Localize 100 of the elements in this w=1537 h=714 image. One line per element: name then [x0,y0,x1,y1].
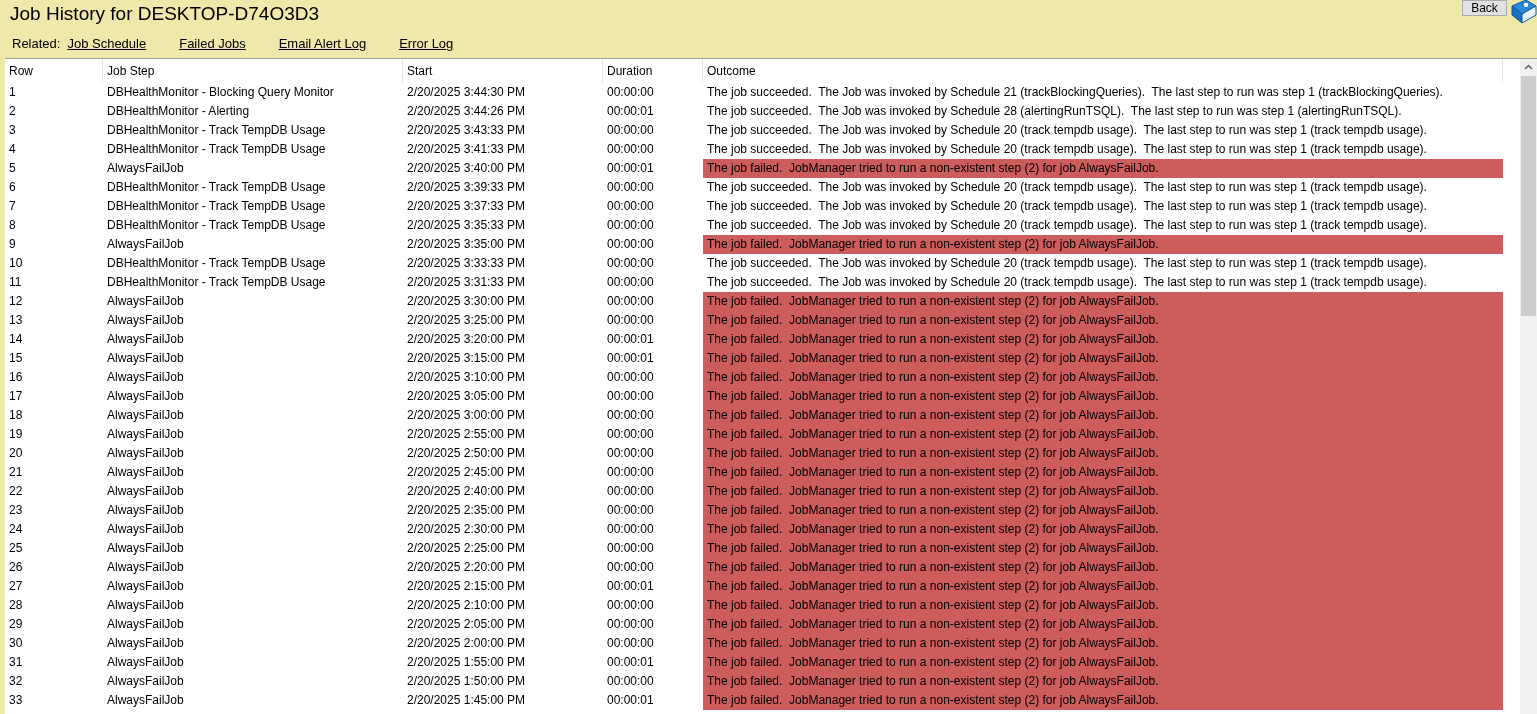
scrollbar-thumb[interactable] [1521,76,1536,316]
job-step-cell-text: DBHealthMonitor - Track TempDB Usage [106,122,327,139]
job-step-cell-text: DBHealthMonitor - Track TempDB Usage [106,217,327,234]
job-step-cell-text: AlwaysFailJob [106,616,185,633]
start-time-cell-text: 2/20/2025 3:00:00 PM [406,407,527,424]
job-step-cell-text: AlwaysFailJob [106,635,185,652]
outcome-cell: The job failed. JobManager tried to run a non-existent step (2) for job AlwaysFailJob. [703,311,1503,330]
job-step-cell-text: AlwaysFailJob [106,160,185,177]
job-step-cell-text: AlwaysFailJob [106,407,185,424]
job-step-cell-text: DBHealthMonitor - Track TempDB Usage [106,179,327,196]
related-link[interactable]: Error Log [399,36,454,51]
row-number-cell-text: 4 [8,141,17,158]
window-title: Job History for DESKTOP-D74O3D3 [10,3,320,25]
row-number-cell-text: 14 [8,331,24,348]
duration-cell-text: 00:00:00 [606,559,655,576]
column-header[interactable]: Row [5,59,103,83]
job-step-cell-text: AlwaysFailJob [106,597,185,614]
column-header[interactable]: Start [403,59,603,83]
duration-cell-text: 00:00:00 [606,464,655,481]
job-step-cell-text: AlwaysFailJob [106,426,185,443]
row-number-cell-text: 19 [8,426,24,443]
related-link[interactable]: Email Alert Log [278,36,367,51]
duration-cell-text: 00:00:00 [606,293,655,310]
row-number-cell-text: 3 [8,122,17,139]
vertical-scrollbar[interactable] [1520,59,1537,714]
row-number-cell-text: 13 [8,312,24,329]
start-time-cell-text: 2/20/2025 3:10:00 PM [406,369,527,386]
job-step-cell-text: AlwaysFailJob [106,559,185,576]
row-number-cell-text: 24 [8,521,24,538]
duration-cell-text: 00:00:00 [606,483,655,500]
column-header[interactable]: Duration [603,59,703,83]
row-number-cell-text: 15 [8,350,24,367]
job-step-cell-text: AlwaysFailJob [106,540,185,557]
outcome-cell: The job failed. JobManager tried to run a non-existent step (2) for job AlwaysFailJob. [703,691,1503,710]
row-number-cell-text: 10 [8,255,24,272]
row-number-cell-text: 17 [8,388,24,405]
job-step-cell-text: DBHealthMonitor - Blocking Query Monitor [106,84,335,101]
start-time-cell-text: 2/20/2025 2:40:00 PM [406,483,527,500]
duration-cell-text: 00:00:00 [606,673,655,690]
job-step-cell-text: DBHealthMonitor - Track TempDB Usage [106,274,327,291]
duration-cell-text: 00:00:00 [606,502,655,519]
start-time-cell-text: 2/20/2025 3:35:33 PM [406,217,527,234]
outcome-cell: The job failed. JobManager tried to run a non-existent step (2) for job AlwaysFailJob. [703,501,1503,520]
duration-cell-text: 00:00:01 [606,103,655,120]
start-time-cell-text: 2/20/2025 3:31:33 PM [406,274,527,291]
row-number-cell-text: 32 [8,673,24,690]
duration-cell-text: 00:00:00 [606,122,655,139]
start-time-cell-text: 2/20/2025 1:50:00 PM [406,673,527,690]
duration-cell-text: 00:00:01 [606,331,655,348]
duration-cell-text: 00:00:00 [606,84,655,101]
outcome-cell: The job failed. JobManager tried to run a non-existent step (2) for job AlwaysFailJob. [703,159,1503,178]
start-time-cell-text: 2/20/2025 3:25:00 PM [406,312,527,329]
outcome-cell: The job failed. JobManager tried to run a non-existent step (2) for job AlwaysFailJob. [703,406,1503,425]
start-time-cell-text: 2/20/2025 3:15:00 PM [406,350,527,367]
start-time-cell-text: 2/20/2025 3:43:33 PM [406,122,527,139]
outcome-cell: The job failed. JobManager tried to run a non-existent step (2) for job AlwaysFailJob. [703,558,1503,577]
row-number-cell-text: 9 [8,236,17,253]
row-number-cell-text: 1 [8,84,17,101]
job-step-cell-text: DBHealthMonitor - Alerting [106,103,251,120]
outcome-cell-text: The job succeeded. The Job was invoked by Schedule 20 (track tempdb usage). The last step to run was step 1 (track tempdb usage). [706,122,1428,139]
start-time-cell-text: 2/20/2025 2:15:00 PM [406,578,527,595]
related-link[interactable]: Failed Jobs [179,36,246,51]
outcome-cell: The job failed. JobManager tried to run a non-existent step (2) for job AlwaysFailJob. [703,596,1503,615]
outcome-cell-text: The job succeeded. The Job was invoked by Schedule 20 (track tempdb usage). The last step to run was step 1 (track tempdb usage). [706,141,1428,158]
outcome-cell: The job failed. JobManager tried to run a non-existent step (2) for job AlwaysFailJob. [703,387,1503,406]
start-time-cell-text: 2/20/2025 1:45:00 PM [406,692,527,709]
start-time-cell-text: 2/20/2025 2:45:00 PM [406,464,527,481]
start-time-cell-text: 2/20/2025 3:37:33 PM [406,198,527,215]
outcome-cell: The job failed. JobManager tried to run a non-existent step (2) for job AlwaysFailJob. [703,634,1503,653]
duration-cell-text: 00:00:00 [606,179,655,196]
related-link[interactable]: Job Schedule [67,36,147,51]
outcome-cell: The job failed. JobManager tried to run a non-existent step (2) for job AlwaysFailJob. [703,444,1503,463]
row-number-cell-text: 2 [8,103,17,120]
start-time-cell-text: 2/20/2025 2:50:00 PM [406,445,527,462]
column-header[interactable]: Outcome [703,59,1503,83]
outcome-cell: The job failed. JobManager tried to run a non-existent step (2) for job AlwaysFailJob. [703,292,1503,311]
duration-cell-text: 00:00:00 [606,616,655,633]
outcome-cell-text: The job succeeded. The Job was invoked by Schedule 28 (alertingRunTSQL). The last step to run was step 1 (alertingRunTSQL). [706,103,1403,120]
back-button[interactable]: Back [1462,0,1507,16]
duration-cell-text: 00:00:00 [606,255,655,272]
outcome-cell-text: The job succeeded. The Job was invoked by Schedule 21 (trackBlockingQueries). The last step to run was step 1 (trackBlockingQueries). [706,84,1444,101]
job-step-cell-text: AlwaysFailJob [106,692,185,709]
duration-cell-text: 00:00:00 [606,312,655,329]
duration-cell-text: 00:00:01 [606,692,655,709]
row-number-cell-text: 11 [8,274,23,291]
duration-cell-text: 00:00:01 [606,160,655,177]
outcome-cell-text: The job succeeded. The Job was invoked by Schedule 20 (track tempdb usage). The last step to run was step 1 (track tempdb usage). [706,274,1428,291]
row-number-cell-text: 27 [8,578,24,595]
duration-cell-text: 00:00:00 [606,198,655,215]
start-time-cell-text: 2/20/2025 3:20:00 PM [406,331,527,348]
row-number-cell-text: 33 [8,692,24,709]
job-step-cell-text: AlwaysFailJob [106,654,185,671]
start-time-cell-text: 2/20/2025 2:30:00 PM [406,521,527,538]
duration-cell-text: 00:00:00 [606,597,655,614]
row-number-cell-text: 18 [8,407,24,424]
row-number-cell-text: 6 [8,179,17,196]
duration-cell-text: 00:00:00 [606,141,655,158]
job-step-cell-text: DBHealthMonitor - Track TempDB Usage [106,198,327,215]
column-header[interactable]: Job Step [103,59,403,83]
outcome-cell: The job failed. JobManager tried to run a non-existent step (2) for job AlwaysFailJob. [703,349,1503,368]
